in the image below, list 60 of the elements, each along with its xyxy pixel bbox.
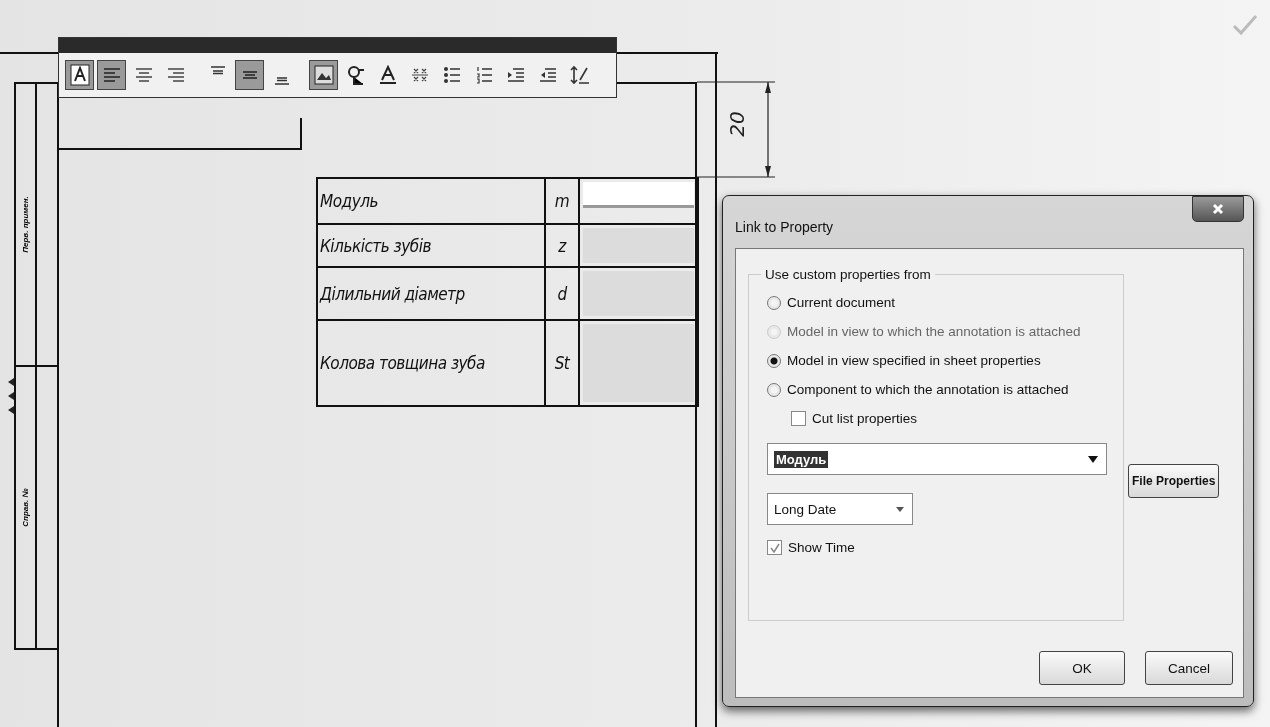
value-cell[interactable] (580, 321, 699, 407)
text-frame-icon (69, 64, 90, 86)
side-label: Перв. примен. (21, 196, 30, 253)
property-dropdown[interactable]: Модуль (767, 443, 1107, 475)
date-format-dropdown[interactable]: Long Date (767, 493, 913, 525)
middle-button[interactable] (235, 60, 264, 90)
table-cell: m (546, 179, 580, 225)
table-cell: Колова товщина зуба (318, 321, 546, 407)
radio-button[interactable] (767, 382, 781, 397)
checkbox-label: Cut list properties (812, 411, 918, 426)
table-cell: Модуль (318, 179, 546, 225)
bullet-list-icon (442, 66, 461, 84)
close-icon (1212, 203, 1224, 215)
table-cell: z (546, 225, 580, 268)
side-label: Справ. № (21, 488, 30, 527)
file-properties-button[interactable]: File Properties (1128, 464, 1220, 498)
value-cell[interactable] (580, 268, 699, 321)
dimension-value: 20 (724, 111, 749, 137)
dropdown-arrow-icon (896, 506, 904, 512)
dropdown-arrow-icon (1088, 455, 1098, 463)
picture-icon (313, 65, 334, 85)
window-title: Link to Property (735, 219, 834, 235)
underlined-letter-icon (378, 65, 397, 85)
checkbox[interactable] (791, 411, 806, 426)
option-label: Model in view specified in sheet properties (787, 353, 1041, 368)
align-right-icon (166, 67, 185, 83)
left-button[interactable] (97, 60, 126, 90)
indent-icon (506, 67, 525, 83)
date-format-value: Long Date (774, 501, 837, 517)
property-value: Модуль (774, 450, 829, 468)
align-center-icon (134, 67, 153, 83)
stack-icon (410, 67, 429, 83)
option-label: Component to which the annotation is attached (787, 382, 1069, 397)
group-title: Use custom properties from (764, 267, 932, 282)
align-bottom-icon (273, 77, 290, 85)
close-button[interactable] (1192, 196, 1244, 222)
option-label: Current document (787, 295, 896, 310)
value-cell[interactable] (580, 225, 699, 268)
outdent-icon (538, 67, 557, 83)
triangle-markers-icon (8, 378, 14, 414)
align-left-icon (102, 67, 121, 83)
check-icon (769, 542, 780, 553)
value-cell[interactable] (580, 179, 699, 225)
numbered-list-icon (474, 66, 493, 84)
option-label: Model in view to which the annotation is attached (787, 324, 1081, 339)
checkbox-label: Show Time (788, 540, 855, 555)
dialog-button[interactable]: Cancel (1145, 651, 1233, 685)
checkbox[interactable] (767, 540, 782, 555)
table-cell: d (546, 268, 580, 321)
frame-button[interactable] (65, 60, 94, 90)
check-icon (1232, 14, 1258, 36)
picture-button[interactable] (309, 60, 338, 90)
dialog-button[interactable]: OK (1039, 651, 1125, 685)
table-cell: Кількість зубів (318, 225, 546, 268)
align-top-icon (209, 65, 226, 75)
radio-button[interactable] (767, 353, 781, 368)
radio-button[interactable] (767, 295, 781, 310)
table-cell: St (546, 321, 580, 407)
line-spacing-icon (569, 65, 590, 85)
table-cell: Ділильний діаметр (318, 268, 546, 321)
